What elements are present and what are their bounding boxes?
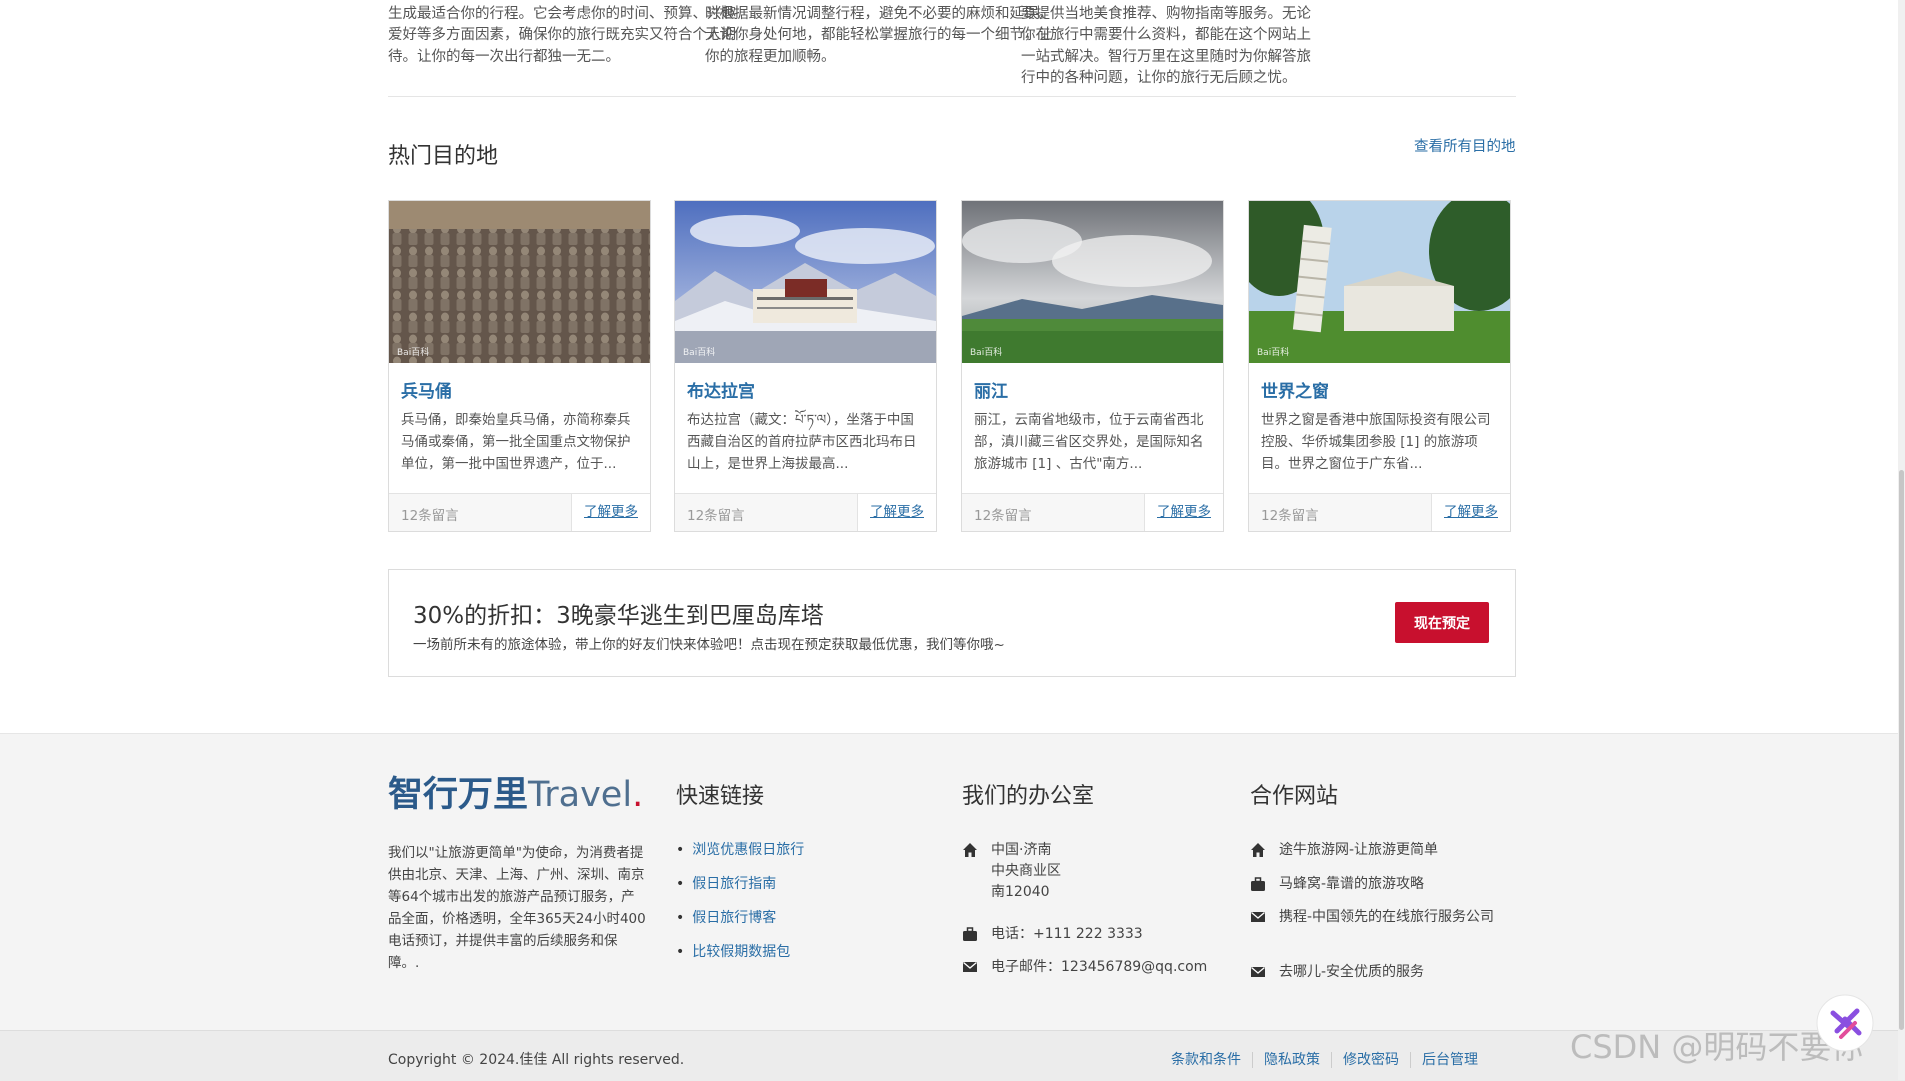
card-title[interactable]: 布达拉宫: [687, 377, 755, 402]
comment-count[interactable]: 12条留言: [401, 504, 459, 524]
learn-more-button[interactable]: 了解更多: [857, 494, 936, 531]
image-watermark: Bai百科: [1257, 348, 1290, 358]
home-icon: [1251, 843, 1265, 857]
comment-count[interactable]: 12条留言: [687, 504, 745, 524]
card-description: 布达拉宫（藏文：པོ་ཏ་ལ），坐落于中国西藏自治区的首府拉萨市区西北玛布日山上…: [687, 412, 917, 472]
window-of-world-image[interactable]: Bai百科: [1249, 201, 1510, 363]
promo-banner: 30%的折扣：3晚豪华逃生到巴厘岛库塔 一场前所未有的旅途体验，带上你的好友们快…: [388, 569, 1516, 677]
brand-chinese: 智行万里: [388, 775, 529, 815]
brand-english: Travel: [528, 775, 633, 815]
address-line: 中央商业区: [991, 863, 1061, 879]
view-all-destinations-link[interactable]: 查看所有目的地: [1414, 135, 1516, 156]
potala-image[interactable]: Bai百科: [675, 201, 936, 363]
copyright-text: Copyright © 2024.佳佳 All rights reserved.: [388, 1052, 685, 1068]
intro-text-2: 目地的景点开放时间、天气变化等信息。智能系统会随时根据最新情况调整行程，避免不必…: [705, 5, 1053, 65]
bottom-links: 条款和条件 隐私政策 修改密码 后台管理: [1160, 1049, 1489, 1069]
comment-count[interactable]: 12条留言: [974, 504, 1032, 524]
quick-links-list: 浏览优惠假日旅行 假日旅行指南 假日旅行博客 比较假期数据包: [676, 839, 804, 975]
comment-count[interactable]: 12条留言: [1261, 504, 1319, 524]
section-title-destinations: 热门目的地: [388, 144, 499, 169]
card-description: 世界之窗是香港中旅国际投资有限公司控股、华侨城集团参股 [1] 的旅游项目。世界…: [1261, 412, 1491, 472]
office-title: 我们的办公室: [962, 784, 1095, 809]
envelope-icon: [1251, 967, 1265, 977]
card-description: 丽江，云南省地级市，位于云南省西北部，滇川藏三省区交界处，是国际知名旅游城市 […: [974, 412, 1204, 472]
partner-link[interactable]: 去哪儿-安全优质的服务: [1279, 962, 1509, 983]
card-footer: 12条留言 了解更多: [389, 493, 650, 531]
address-line: 中国·济南: [991, 842, 1052, 858]
image-watermark: Bai百科: [970, 348, 1003, 358]
intro-text-3: 旅行中所需要的信息。网站中的服务还另以需要提供当地美食推荐、购物指南等服务。无论…: [1021, 5, 1311, 87]
footer-about-text: 我们以"让旅游更简单"为使命，为消费者提供由北京、天津、上海、广州、深圳、南京等…: [388, 845, 646, 971]
terms-link[interactable]: 条款和条件: [1160, 1052, 1252, 1068]
learn-more-button[interactable]: 了解更多: [1431, 494, 1510, 531]
promo-subtitle: 一场前所未有的旅途体验，带上你的好友们快来体验吧！点击现在预定获取最低优惠，我们…: [413, 637, 1005, 653]
image-watermark: Bai百科: [397, 348, 430, 358]
destination-card-window-of-world[interactable]: Bai百科 世界之窗 世界之窗是香港中旅国际投资有限公司控股、华侨城集团参股 […: [1248, 200, 1511, 532]
partner-link[interactable]: 马蜂窝-靠谱的旅游攻略: [1279, 874, 1509, 895]
card-title[interactable]: 世界之窗: [1261, 377, 1329, 402]
book-now-button[interactable]: 现在预定: [1395, 602, 1489, 643]
quick-link-item[interactable]: 假日旅行指南: [676, 873, 804, 907]
partners-title: 合作网站: [1250, 784, 1339, 809]
partner-link[interactable]: 携程-中国领先的在线旅行服务公司: [1279, 907, 1501, 928]
email-text[interactable]: 电子邮件：123456789@qq.com: [991, 957, 1221, 978]
partner-link[interactable]: 途牛旅游网-让旅游更简单: [1279, 840, 1509, 861]
card-footer: 12条留言 了解更多: [962, 493, 1223, 531]
destination-card-potala[interactable]: Bai百科 布达拉宫 布达拉宫（藏文：པོ་ཏ་ལ），坐落于中国西藏自治区的首府…: [674, 200, 937, 532]
quick-link-item[interactable]: 浏览优惠假日旅行: [676, 839, 804, 873]
learn-more-button[interactable]: 了解更多: [1144, 494, 1223, 531]
card-footer: 12条留言 了解更多: [675, 493, 936, 531]
lijiang-image[interactable]: Bai百科: [962, 201, 1223, 363]
intro-text-1: 新，还是追求刺激冒险的，开新，在网站的帮你安排并生成最适合你的行程。它会考虑你的…: [388, 5, 736, 65]
admin-link[interactable]: 后台管理: [1410, 1052, 1489, 1068]
card-title[interactable]: 兵马俑: [401, 377, 452, 402]
quick-link-item[interactable]: 比较假期数据包: [676, 941, 804, 975]
quick-links-title: 快速链接: [676, 784, 765, 809]
learn-more-button[interactable]: 了解更多: [571, 494, 650, 531]
card-footer: 12条留言 了解更多: [1249, 493, 1510, 531]
home-icon: [963, 843, 977, 857]
envelope-icon: [963, 962, 977, 972]
phone-text: 电话：+111 222 3333: [991, 926, 1143, 942]
briefcase-icon: [1251, 877, 1265, 891]
card-description: 兵马俑，即秦始皇兵马俑，亦简称秦兵马俑或秦俑，第一批全国重点文物保护单位，第一批…: [401, 412, 631, 472]
promo-title: 30%的折扣：3晚豪华逃生到巴厘岛库塔: [413, 603, 824, 629]
address-line: 南12040: [991, 884, 1050, 900]
change-password-link[interactable]: 修改密码: [1331, 1052, 1410, 1068]
quick-link-item[interactable]: 假日旅行博客: [676, 907, 804, 941]
card-title[interactable]: 丽江: [974, 377, 1008, 402]
brand-dot: .: [632, 775, 644, 815]
briefcase-icon: [963, 927, 977, 941]
site-footer: 智行万里Travel. 我们以"让旅游更简单"为使命，为消费者提供由北京、天津、…: [0, 733, 1905, 1031]
scrollbar-thumb[interactable]: [1899, 470, 1904, 1030]
privacy-link[interactable]: 隐私政策: [1252, 1052, 1331, 1068]
destination-card-terracotta[interactable]: Bai百科 兵马俑 兵马俑，即秦始皇兵马俑，亦简称秦兵马俑或秦俑，第一批全国重点…: [388, 200, 651, 532]
footer-brand-logo[interactable]: 智行万里Travel.: [388, 766, 643, 817]
intro-section: 新，还是追求刺激冒险的，开新，在网站的帮你安排并生成最适合你的行程。它会考虑你的…: [388, 0, 1516, 97]
floating-assistant-icon[interactable]: [1815, 993, 1875, 1053]
destination-card-lijiang[interactable]: Bai百科 丽江 丽江，云南省地级市，位于云南省西北部，滇川藏三省区交界处，是国…: [961, 200, 1224, 532]
terracotta-image[interactable]: Bai百科: [389, 201, 650, 363]
envelope-icon: [1251, 912, 1265, 922]
image-watermark: Bai百科: [683, 348, 716, 358]
